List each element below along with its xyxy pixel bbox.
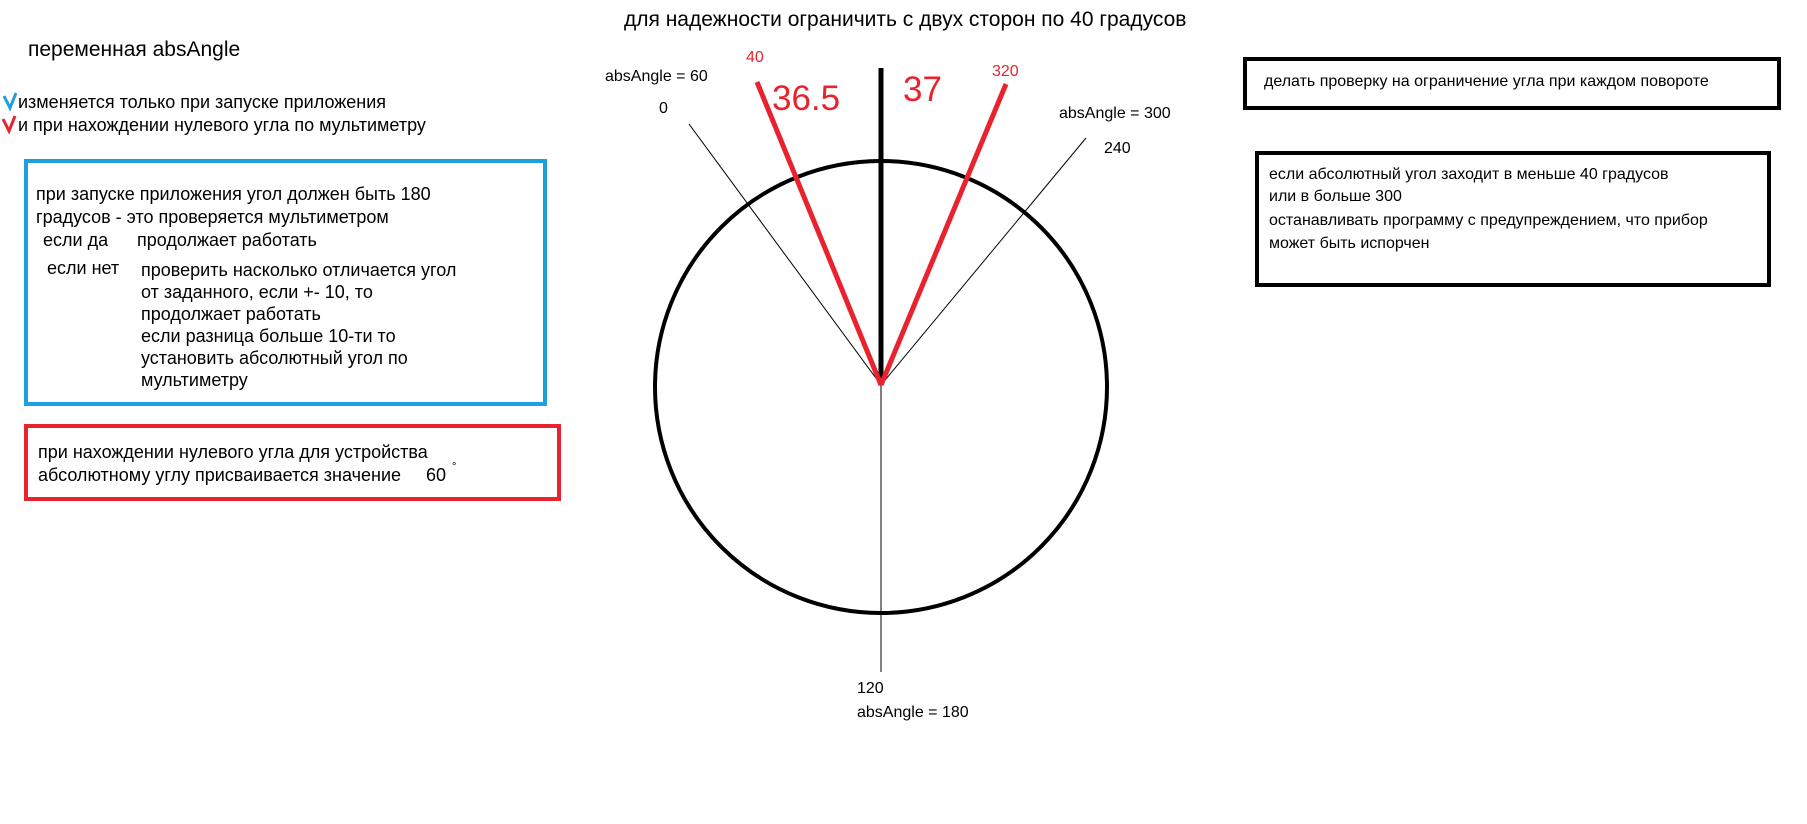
no-text-line: если разница больше 10-ти то — [141, 326, 396, 346]
boundary-line-240 — [880, 137, 1087, 386]
startup-line-2: градусов - это проверяется мультиметром — [36, 207, 389, 227]
no-text-line: проверить насколько отличается угол — [141, 260, 457, 280]
no-text-line: мультиметру — [141, 370, 248, 390]
zero-angle-line-2: абсолютному углу присваивается значение — [38, 465, 402, 485]
blue-check-icon — [2, 92, 18, 112]
label-240: 240 — [1104, 140, 1131, 157]
zero-angle-line-1: при нахождении нулевого угла для устройс… — [38, 442, 428, 462]
no-text-line: продолжает работать — [141, 304, 321, 324]
limit-warning-line: если абсолютный угол заходит в меньше 40… — [1269, 166, 1669, 183]
limit-warning-line: или в больше 300 — [1269, 188, 1402, 205]
rotation-check-text: делать проверку на ограничение угла при … — [1264, 73, 1709, 90]
label-abs60: absAngle = 60 — [605, 68, 708, 85]
label-40: 40 — [746, 49, 764, 66]
no-label: если нет — [47, 258, 120, 278]
degree-mark: ° — [452, 461, 457, 473]
limit-warning-line: останавливать программу с предупреждение… — [1269, 212, 1708, 229]
yes-label: если да — [43, 230, 109, 250]
label-37: 37 — [903, 70, 942, 109]
label-36-5: 36.5 — [772, 79, 841, 118]
label-120: 120 — [857, 680, 884, 697]
change-note-2: и при нахождении нулевого угла по мульти… — [18, 115, 426, 135]
limit-line-40 — [754, 81, 884, 386]
no-text-line: от заданного, если +- 10, то — [141, 282, 373, 302]
yes-text: продолжает работать — [137, 230, 317, 250]
startup-line-1: при запуске приложения угол должен быть … — [36, 184, 431, 204]
label-320: 320 — [992, 63, 1019, 80]
no-text-line: установить абсолютный угол по — [141, 348, 408, 368]
limit-line-320 — [878, 83, 1009, 386]
change-note-1: изменяется только при запуске приложения — [18, 92, 387, 112]
red-check-icon — [1, 115, 17, 135]
label-abs300: absAngle = 300 — [1059, 105, 1171, 122]
label-0: 0 — [659, 100, 668, 117]
limit-warning-line: может быть испорчен — [1269, 235, 1430, 252]
label-abs180: absAngle = 180 — [857, 704, 969, 721]
zero-angle-value: 60 — [426, 465, 447, 485]
